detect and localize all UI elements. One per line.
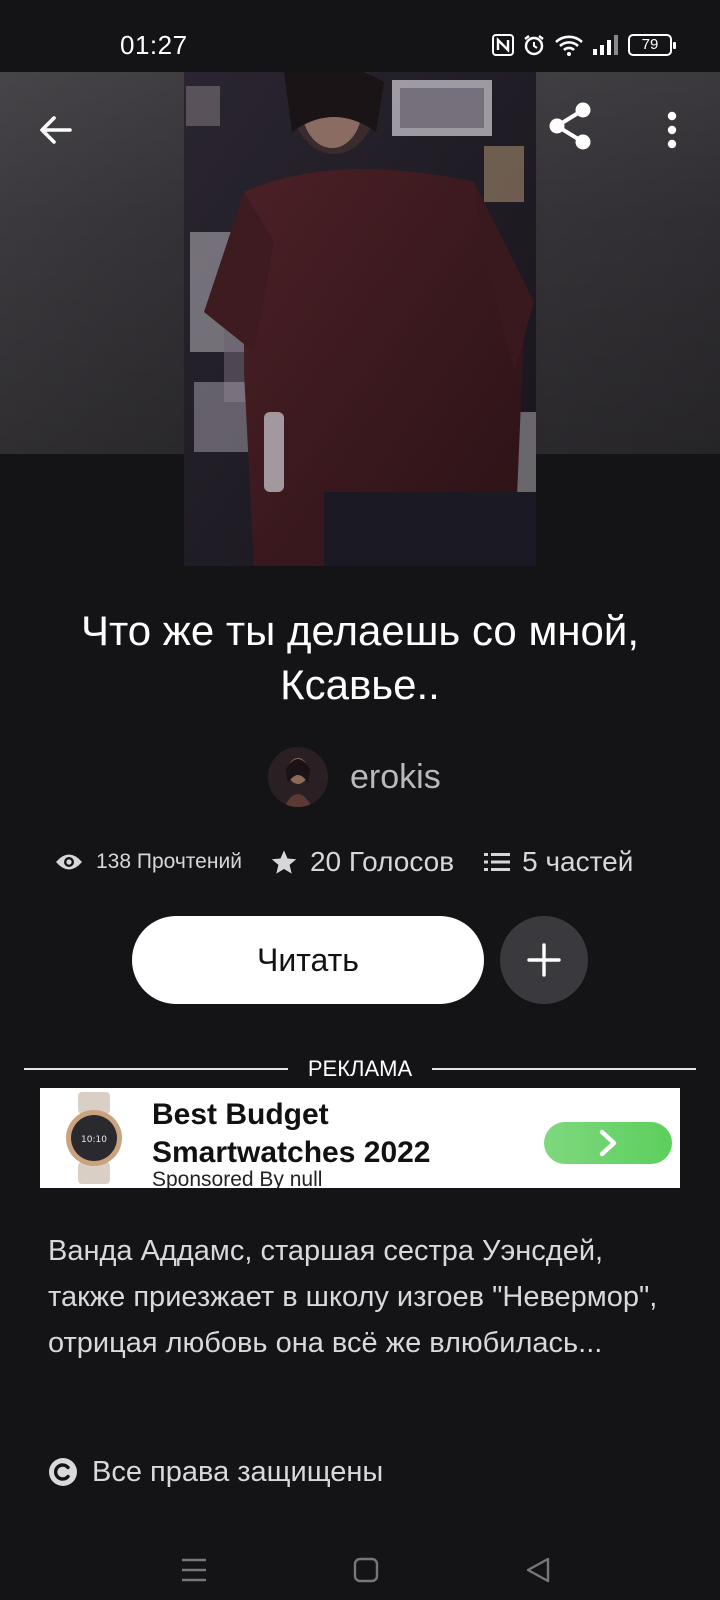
copyright-row: Все права защищены — [48, 1452, 383, 1492]
author-avatar[interactable] — [268, 747, 328, 807]
more-vertical-icon — [667, 111, 677, 149]
ad-headline[interactable]: Best Budget Smartwatches 2022 — [152, 1096, 482, 1172]
nav-home-button[interactable] — [342, 1546, 390, 1594]
square-home-icon — [353, 1557, 379, 1583]
wifi-icon — [554, 33, 584, 57]
author-name[interactable]: erokis — [350, 758, 441, 797]
copyright-text: Все права защищены — [92, 1455, 384, 1488]
reads-count: 138 Прочтений — [96, 850, 242, 873]
ad-banner[interactable]: 10:10 Best Budget Smartwatches 2022 Spon… — [40, 1088, 680, 1188]
list-icon — [484, 853, 511, 871]
ad-cta-button[interactable] — [544, 1122, 672, 1164]
author-row[interactable]: erokis — [268, 746, 441, 808]
ad-divider: РЕКЛАМА — [24, 1056, 696, 1082]
story-header — [0, 72, 720, 572]
add-to-library-button[interactable] — [500, 916, 588, 1004]
divider-line-right — [432, 1068, 696, 1070]
chevron-right-icon — [599, 1129, 617, 1157]
story-description: Ванда Аддамс, старшая сестра Уэнсдей, та… — [48, 1235, 658, 1359]
smartwatch-image[interactable]: 10:10 — [54, 1092, 134, 1184]
ad-headline-line2[interactable]: Smartwatches 2022 — [152, 1134, 482, 1172]
eye-icon — [56, 854, 82, 870]
nav-recents-button[interactable] — [170, 1546, 218, 1594]
nav-back-button[interactable] — [514, 1546, 562, 1594]
star-icon — [271, 850, 297, 874]
ad-label: РЕКЛАМА — [307, 1056, 413, 1081]
story-title: Что же ты делаешь со мной, Ксавье.. — [81, 607, 639, 708]
more-options-button[interactable] — [648, 102, 696, 158]
menu-icon — [182, 1558, 206, 1582]
story-stats: 138 Прочтений 20 Голосов 5 частей — [54, 842, 674, 882]
status-time: 01:27 — [120, 30, 188, 60]
system-nav-bar — [0, 1540, 720, 1600]
story-cover-image[interactable] — [184, 72, 536, 566]
copyright-icon — [49, 1458, 77, 1486]
votes-count: 20 Голосов — [309, 846, 455, 877]
triangle-back-icon — [526, 1557, 550, 1583]
alarm-icon — [522, 33, 546, 57]
ad-sponsor: Sponsored By null — [152, 1168, 323, 1188]
plus-icon — [527, 943, 561, 977]
status-icons: 79 — [492, 30, 676, 60]
share-button[interactable] — [538, 94, 602, 158]
votes-stat: 20 Голосов — [270, 846, 454, 878]
signal-icon — [592, 34, 620, 56]
parts-count[interactable]: 5 частей — [522, 846, 633, 878]
ad-headline-line1[interactable]: Best Budget — [152, 1096, 482, 1134]
svg-text:10:10: 10:10 — [81, 1135, 107, 1145]
reads-stat: 138 Прочтений — [54, 850, 242, 874]
nfc-icon — [492, 34, 514, 56]
parts-stat[interactable]: 5 частей — [484, 846, 633, 878]
back-button[interactable] — [28, 102, 84, 158]
arrow-left-icon — [40, 116, 72, 144]
battery-icon: 79 — [628, 34, 676, 56]
divider-line-left — [24, 1068, 288, 1070]
share-icon — [549, 102, 591, 150]
status-bar: 01:27 79 — [0, 0, 720, 72]
story-details-screen: 01:27 79 Что же ты делаешь со мной, Ксав… — [0, 0, 720, 1600]
read-button[interactable]: Читать — [132, 916, 484, 1004]
